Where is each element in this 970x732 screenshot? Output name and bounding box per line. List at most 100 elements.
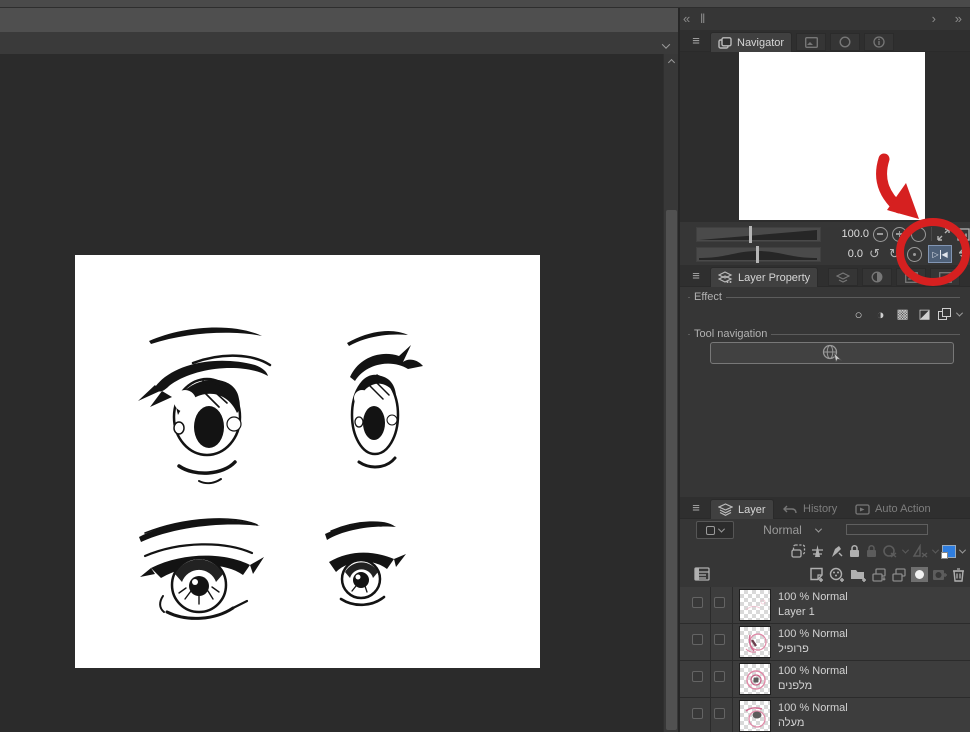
layer-row[interactable]: 100 % Normal פרופיל <box>680 624 970 661</box>
anime-eyes-drawing <box>138 327 423 620</box>
transfer-to-lower-layer-icon[interactable] <box>872 567 888 582</box>
layer-thumbnail[interactable] <box>739 663 771 695</box>
layer-thumbnail[interactable] <box>739 700 771 732</box>
tab-information[interactable] <box>864 33 894 51</box>
layer-row[interactable]: 100 % Normal מעלה <box>680 698 970 732</box>
tab-quick-access[interactable] <box>830 33 860 51</box>
lock-layer-icon[interactable] <box>848 544 861 558</box>
enable-mask-icon[interactable] <box>882 544 899 558</box>
actual-size-icon[interactable] <box>955 226 970 243</box>
canvas-vertical-scrollbar[interactable] <box>663 54 678 732</box>
layer-combine-dropdown[interactable] <box>696 521 734 539</box>
tab-layer[interactable]: Layer <box>710 499 774 519</box>
clip-to-layer-below-icon[interactable] <box>791 544 806 558</box>
tab-navigator[interactable]: Navigator <box>710 32 793 52</box>
tool-navigation-button[interactable] <box>710 342 954 364</box>
canvas-area[interactable] <box>0 54 663 732</box>
panel-menu-icon[interactable]: ≡ <box>688 501 704 515</box>
flip-right-triangle-icon: ▷ <box>932 249 939 259</box>
layer-info: 100 % Normal <box>778 628 848 640</box>
layer-checkbox-b[interactable] <box>714 671 725 682</box>
tone-effect-icon[interactable]: ◑ <box>872 307 889 322</box>
draft-layer-icon[interactable] <box>829 544 844 558</box>
layer-color-swatch-icon[interactable] <box>941 544 956 559</box>
delete-layer-icon[interactable] <box>952 567 965 582</box>
flip-left-triangle-icon: ◀ <box>941 249 948 259</box>
effect-group-label: Effect <box>690 291 726 303</box>
lock-transparent-pixels-icon[interactable] <box>865 544 878 558</box>
effect-more-chevron-icon[interactable] <box>955 309 964 317</box>
combine-square-icon <box>706 525 715 535</box>
apply-mask-icon[interactable] <box>932 568 948 582</box>
layer-checkbox-a[interactable] <box>692 708 703 719</box>
layer-opacity-bar[interactable] <box>846 524 928 535</box>
panel-menu-icon[interactable]: ≡ <box>688 34 704 48</box>
panel-dock: « ‖ › » ≡ Navigator 100.0 0.0 ↺ ↻ ▷ ◀ ≡ … <box>678 8 970 732</box>
stack-icon <box>836 271 850 283</box>
layer-thumbnail[interactable] <box>739 626 771 658</box>
flip-vertical-button[interactable] <box>955 246 970 263</box>
reset-rotation-button[interactable] <box>907 246 922 262</box>
ruler-range-icon[interactable] <box>912 544 929 558</box>
mask-chevron-icon[interactable] <box>901 546 910 554</box>
rotate-slider-thumb[interactable] <box>756 245 759 263</box>
layer-color-chevron-icon[interactable] <box>958 546 967 554</box>
layer-color-effect-icon[interactable] <box>938 307 952 321</box>
zoom-in-button[interactable] <box>892 226 908 242</box>
border-effect-icon[interactable]: ○ <box>850 307 867 322</box>
layer-row[interactable]: 100 % Normal מלפנים <box>680 661 970 698</box>
new-raster-layer-icon[interactable] <box>809 567 825 582</box>
clip-studio-paint-window: « ‖ › » ≡ Navigator 100.0 0.0 ↺ ↻ ▷ ◀ ≡ … <box>0 0 970 732</box>
tab-tone[interactable] <box>862 268 892 286</box>
flip-horizontal-button[interactable]: ▷ ◀ <box>928 245 952 263</box>
layer-checkbox-b[interactable] <box>714 634 725 645</box>
reference-layer-icon[interactable] <box>810 544 825 558</box>
panel-menu-icon[interactable]: ≡ <box>688 269 704 283</box>
tab-sub-view[interactable] <box>796 33 826 51</box>
layer-palette-options-icon[interactable] <box>694 567 710 584</box>
dock-grip-icon[interactable]: ‖ <box>700 11 705 26</box>
tab-stack-tool[interactable] <box>828 268 858 286</box>
tab-auto-action[interactable]: Auto Action <box>848 499 938 519</box>
rotate-cw-icon[interactable]: ↻ <box>886 246 903 263</box>
layer-checkbox-b[interactable] <box>714 708 725 719</box>
tab-effect-lines[interactable] <box>896 268 926 286</box>
layer-checkbox-a[interactable] <box>692 671 703 682</box>
navigator-rotate-row: 0.0 ↺ ↻ ▷ ◀ <box>680 244 970 264</box>
zoom-slider[interactable] <box>696 225 821 243</box>
fit-to-screen-icon[interactable] <box>935 226 952 243</box>
zoom-out-button[interactable] <box>873 226 889 242</box>
new-folder-icon[interactable] <box>850 567 868 582</box>
rotate-ccw-icon[interactable]: ↺ <box>866 246 883 263</box>
zoom-slider-thumb[interactable] <box>749 225 752 243</box>
layer-checkbox-a[interactable] <box>692 597 703 608</box>
create-layer-mask-icon[interactable] <box>911 567 928 582</box>
layer-checkbox-a[interactable] <box>692 634 703 645</box>
dock-next-all-icon[interactable]: » <box>955 11 962 26</box>
tab-layer-property[interactable]: Layer Property <box>710 267 819 287</box>
dock-collapse-icon[interactable]: « <box>683 11 690 26</box>
ruler-chevron-icon[interactable] <box>931 546 940 554</box>
layer-panel-tabbar: ≡ Layer History Auto Action <box>680 497 970 519</box>
navigator-canvas-thumbnail[interactable] <box>739 52 925 220</box>
tab-history[interactable]: History <box>776 499 844 519</box>
merge-with-lower-layer-icon[interactable] <box>892 567 907 582</box>
layer-row[interactable]: 100 % Normal Layer 1 <box>680 587 970 624</box>
history-tab-icon <box>783 505 797 514</box>
chevron-down-icon[interactable] <box>661 40 671 52</box>
layer-checkbox-b[interactable] <box>714 597 725 608</box>
rotate-slider[interactable] <box>696 245 821 263</box>
tab-effect-circle[interactable] <box>930 268 960 286</box>
blend-mode-value: Normal <box>763 523 802 537</box>
dock-next-icon[interactable]: › <box>932 11 936 26</box>
scrollbar-thumb[interactable] <box>666 210 677 730</box>
layer-thumbnail[interactable] <box>739 589 771 621</box>
navigator-preview[interactable] <box>680 52 970 222</box>
halftone-effect-icon[interactable]: ▩ <box>894 306 911 322</box>
scroll-up-button[interactable] <box>664 54 679 70</box>
fit-to-navigator-button[interactable] <box>911 226 927 242</box>
new-layer-dialog-icon[interactable] <box>829 567 846 582</box>
artboard-canvas[interactable] <box>75 255 540 668</box>
extract-line-effect-icon[interactable]: ◪ <box>916 306 933 322</box>
blend-mode-dropdown[interactable]: Normal <box>740 521 844 539</box>
